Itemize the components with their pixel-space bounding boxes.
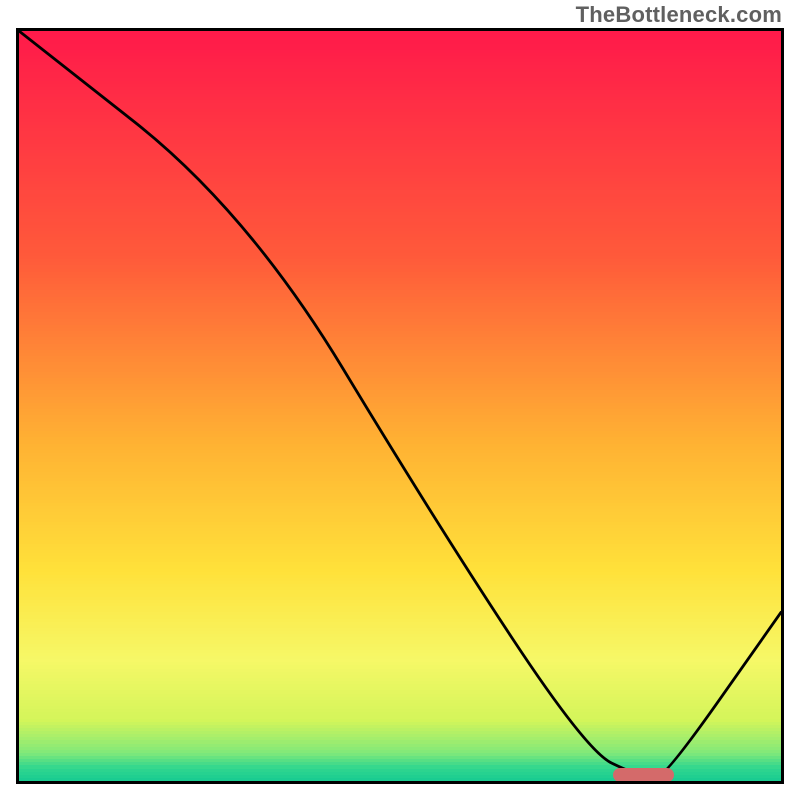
plot-frame: [16, 28, 784, 784]
optimal-range-marker: [613, 768, 674, 782]
watermark-text: TheBottleneck.com: [576, 2, 782, 28]
chart-container: TheBottleneck.com: [0, 0, 800, 800]
bottleneck-curve: [19, 31, 781, 781]
